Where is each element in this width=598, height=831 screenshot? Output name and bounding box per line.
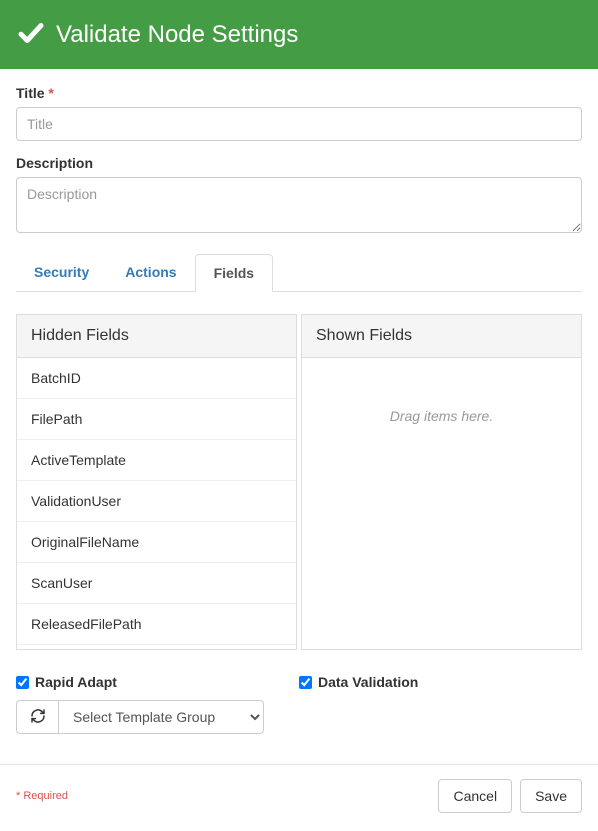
checkbox-row: Rapid Adapt Select Template Group Data V… <box>16 674 582 734</box>
shown-fields-header: Shown Fields <box>302 315 581 358</box>
rapid-adapt-checkbox-label[interactable]: Rapid Adapt <box>16 674 299 690</box>
hidden-fields-list[interactable]: BatchID FilePath ActiveTemplate Validati… <box>17 358 296 649</box>
title-label: Title * <box>16 85 54 101</box>
dialog-header: Validate Node Settings <box>0 0 598 69</box>
required-star-icon: * <box>48 85 53 101</box>
title-input[interactable] <box>16 107 582 141</box>
tab-security[interactable]: Security <box>16 254 107 291</box>
field-item[interactable]: ReleasedFilePath <box>17 604 296 645</box>
dialog-footer: * Required Cancel Save <box>0 764 598 827</box>
dialog-title: Validate Node Settings <box>56 21 298 49</box>
field-item[interactable]: FilePath <box>17 399 296 440</box>
drop-placeholder: Drag items here. <box>390 408 493 424</box>
hidden-fields-column: Hidden Fields BatchID FilePath ActiveTem… <box>16 314 297 650</box>
data-validation-checkbox-label[interactable]: Data Validation <box>299 674 582 690</box>
template-group-row: Select Template Group <box>16 700 299 734</box>
refresh-icon <box>30 708 46 727</box>
dialog-content: Title * Description Security Actions Fie… <box>0 69 598 750</box>
cancel-button[interactable]: Cancel <box>438 779 512 813</box>
shown-fields-column: Shown Fields Drag items here. <box>301 314 582 650</box>
required-note: * Required <box>16 790 68 802</box>
field-item[interactable]: ActiveTemplate <box>17 440 296 481</box>
tab-actions[interactable]: Actions <box>107 254 194 291</box>
field-item[interactable]: OriginalFileName <box>17 522 296 563</box>
refresh-button[interactable] <box>16 700 58 734</box>
fields-panel: Hidden Fields BatchID FilePath ActiveTem… <box>16 314 582 650</box>
rapid-adapt-checkbox[interactable] <box>16 676 29 689</box>
description-input[interactable] <box>16 177 582 233</box>
field-item[interactable]: ScanUser <box>17 563 296 604</box>
description-label: Description <box>16 155 93 171</box>
field-item[interactable]: BatchID <box>17 358 296 399</box>
save-button[interactable]: Save <box>520 779 582 813</box>
tab-bar: Security Actions Fields <box>16 254 582 292</box>
template-group-select[interactable]: Select Template Group <box>58 700 264 734</box>
hidden-fields-header: Hidden Fields <box>17 315 296 358</box>
title-group: Title * <box>16 85 582 141</box>
tab-fields[interactable]: Fields <box>195 254 273 292</box>
shown-fields-list[interactable]: Drag items here. <box>302 358 581 649</box>
data-validation-checkbox[interactable] <box>299 676 312 689</box>
checkmark-icon <box>16 18 46 51</box>
field-item[interactable]: ValidationUser <box>17 481 296 522</box>
description-group: Description <box>16 155 582 236</box>
